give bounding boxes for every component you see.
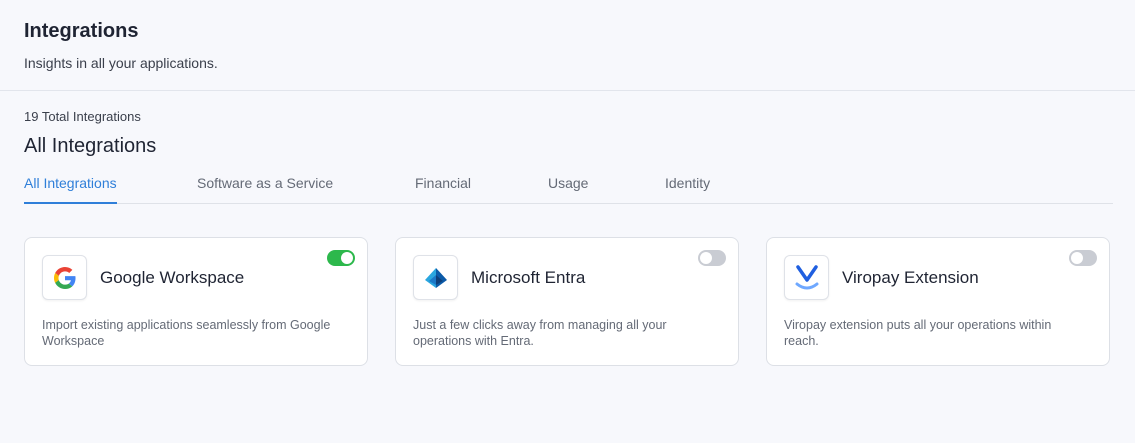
google-logo-icon xyxy=(42,255,87,300)
viropay-logo-icon xyxy=(784,255,829,300)
total-integrations-count: 19 Total Integrations xyxy=(24,109,141,124)
enable-toggle-google-workspace[interactable] xyxy=(327,250,355,266)
integration-description: Just a few clicks away from managing all… xyxy=(413,318,667,348)
microsoft-entra-logo-icon xyxy=(413,255,458,300)
toggle-knob xyxy=(1071,252,1083,264)
integration-card-viropay-extension[interactable]: Viropay Extension Viropay extension puts… xyxy=(766,237,1110,366)
tab-usage[interactable]: Usage xyxy=(548,175,588,204)
integration-description: Viropay extension puts all your operatio… xyxy=(784,318,1052,348)
page-header: Integrations Insights in all your applic… xyxy=(0,0,1135,91)
tab-all-integrations[interactable]: All Integrations xyxy=(24,175,117,204)
page-subtitle: Insights in all your applications. xyxy=(24,55,218,71)
integrations-section: 19 Total Integrations All Integrations A… xyxy=(0,91,1135,204)
page-title: Integrations xyxy=(24,20,139,42)
tab-identity[interactable]: Identity xyxy=(665,175,710,204)
integration-name: Viropay Extension xyxy=(842,268,979,287)
integration-name: Google Workspace xyxy=(100,268,245,287)
category-tabs: All Integrations Software as a Service F… xyxy=(24,175,1113,204)
enable-toggle-microsoft-entra[interactable] xyxy=(698,250,726,266)
section-title: All Integrations xyxy=(24,135,157,157)
enable-toggle-viropay-extension[interactable] xyxy=(1069,250,1097,266)
tab-financial[interactable]: Financial xyxy=(415,175,471,204)
integration-card-microsoft-entra[interactable]: Microsoft Entra Just a few clicks away f… xyxy=(395,237,739,366)
integration-card-google-workspace[interactable]: Google Workspace Import existing applica… xyxy=(24,237,368,366)
toggle-knob xyxy=(341,252,353,264)
integration-name: Microsoft Entra xyxy=(471,268,586,287)
toggle-knob xyxy=(700,252,712,264)
integration-description: Import existing applications seamlessly … xyxy=(42,318,331,348)
tab-software-as-a-service[interactable]: Software as a Service xyxy=(197,175,333,204)
